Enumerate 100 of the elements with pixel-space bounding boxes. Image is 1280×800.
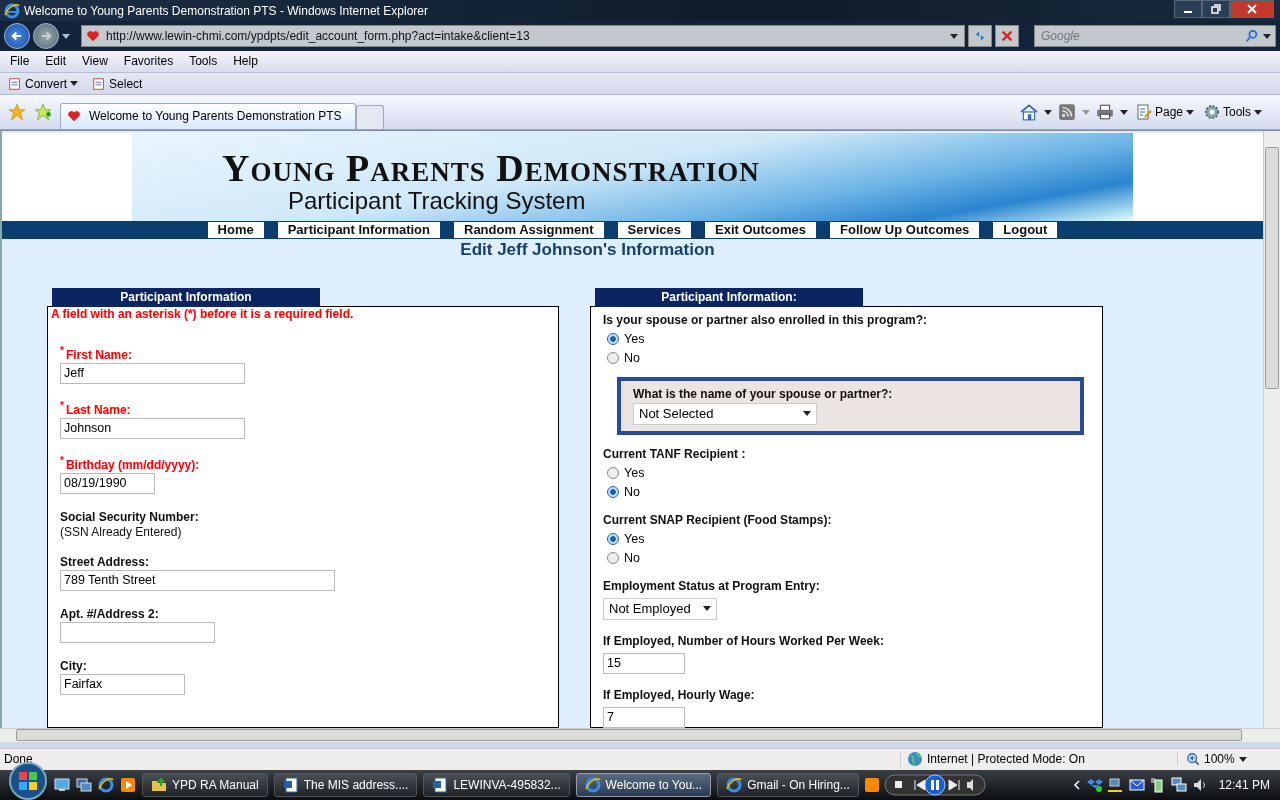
taskbar-button[interactable]: The MIS address....: [273, 773, 418, 797]
restore-button[interactable]: [1202, 0, 1230, 18]
menu-item[interactable]: Help: [233, 54, 258, 69]
media-player-icon[interactable]: [120, 777, 136, 793]
minimize-button[interactable]: [1174, 0, 1202, 18]
field-label: Employment Status at Program Entry:: [603, 578, 820, 593]
zoom-control[interactable]: 100%: [1177, 752, 1266, 767]
box-tray-icon[interactable]: [1086, 777, 1103, 793]
radio-label: Yes: [624, 531, 645, 546]
taskbar-button[interactable]: Welcome to You...: [575, 773, 712, 797]
caret-icon: [70, 81, 79, 87]
caret-icon[interactable]: [1119, 109, 1128, 115]
taskbar-button[interactable]: LEWINVA-495832...: [423, 773, 570, 797]
vertical-scrollbar[interactable]: [1263, 130, 1280, 728]
required-note: A field with an asterisk (*) before it is a required field.: [50, 306, 355, 321]
network-tray-icon[interactable]: [1107, 777, 1124, 793]
panel-title: Participant Information: [52, 287, 320, 307]
toolbar-menu-button[interactable]: Tools: [1202, 104, 1264, 120]
menu-item[interactable]: File: [10, 54, 30, 69]
nav-link[interactable]: Services: [617, 222, 692, 238]
dropdown[interactable]: Not Selected: [633, 402, 817, 425]
radio-button[interactable]: [607, 532, 619, 545]
caret-icon: [702, 606, 711, 612]
radio-label: Yes: [624, 331, 645, 346]
radio-button[interactable]: [607, 351, 619, 364]
home-icon[interactable]: [1019, 103, 1038, 121]
nav-link[interactable]: Participant Information: [277, 222, 440, 238]
power-tray-icon[interactable]: [1149, 777, 1166, 793]
text-field[interactable]: 789 Tenth Street: [60, 569, 335, 591]
print-icon[interactable]: [1095, 103, 1114, 121]
menu-item[interactable]: Edit: [45, 54, 67, 69]
zoom-icon: [1186, 752, 1200, 767]
start-button[interactable]: [8, 761, 48, 800]
nav-link[interactable]: Follow Up Outcomes: [830, 222, 980, 238]
browser-tab[interactable]: Welcome to Young Parents Demonstration PTS: [60, 102, 356, 129]
document-icon: [282, 777, 299, 793]
restore-icon: [1211, 4, 1221, 14]
windows-switch-icon[interactable]: [76, 777, 92, 793]
status-text: Done: [4, 752, 34, 767]
window-title: Welcome to Young Parents Demonstration PTS - Windows Internet Explorer: [24, 3, 429, 18]
command-button[interactable]: Convert: [6, 76, 81, 91]
menu-item[interactable]: Favorites: [123, 54, 174, 69]
volume-icon[interactable]: [1191, 777, 1208, 793]
feed-icon[interactable]: [1057, 103, 1076, 121]
text-field[interactable]: 08/19/1990: [60, 472, 155, 494]
text-field[interactable]: Johnson: [60, 417, 245, 439]
address-bar[interactable]: http://www.lewin-chmi.com/ypdpts/edit_account_form.php?act=intake&client=13: [81, 25, 965, 47]
field-label: $^{*}$ Last Name:: [60, 399, 131, 417]
text-field[interactable]: 15: [603, 652, 685, 674]
close-button[interactable]: [1230, 0, 1274, 18]
caret-icon: [1254, 109, 1262, 115]
caret-icon[interactable]: [62, 33, 70, 39]
favorites-star-icon[interactable]: [8, 103, 26, 121]
caret-icon[interactable]: [1043, 109, 1052, 115]
text-field[interactable]: Fairfax: [60, 673, 185, 695]
radio-button[interactable]: [607, 485, 619, 498]
browser-logo-icon: [4, 2, 20, 19]
radio-button[interactable]: [607, 466, 619, 479]
taskbar-button[interactable]: YPD RA Manual: [142, 773, 268, 797]
radio-button[interactable]: [607, 332, 619, 345]
taskbar-button[interactable]: Gmail - On Hiring...: [717, 773, 859, 797]
text-field[interactable]: Jeff: [60, 362, 245, 384]
panel-title: Participant Information:: [595, 287, 863, 307]
nav-link[interactable]: Random Assignment: [454, 222, 604, 238]
mail-tray-icon[interactable]: [1128, 777, 1145, 793]
field-label: Current SNAP Recipient (Food Stamps):: [603, 512, 832, 527]
nav-link[interactable]: Exit Outcomes: [705, 222, 817, 238]
nav-link[interactable]: Logout: [993, 222, 1058, 238]
add-favorite-icon[interactable]: [34, 103, 52, 121]
desktop-icon[interactable]: [54, 777, 70, 793]
menu-item[interactable]: View: [82, 54, 108, 69]
back-button[interactable]: [4, 23, 30, 49]
text-field[interactable]: [60, 621, 215, 643]
caret-icon[interactable]: [1263, 33, 1271, 39]
refresh-icon: [973, 29, 987, 43]
forward-button[interactable]: [33, 23, 59, 49]
toolbar-menu-button[interactable]: Page: [1133, 104, 1196, 120]
search-field[interactable]: Google: [1034, 25, 1276, 47]
radio-button[interactable]: [607, 551, 619, 564]
banner-subtitle: Participant Tracking System: [287, 186, 587, 215]
search-input[interactable]: Google: [1039, 28, 1241, 44]
menu-item[interactable]: Tools: [189, 54, 218, 69]
document-icon: [8, 76, 22, 91]
field-label: Street Address:: [60, 554, 149, 569]
field-label: City:: [60, 658, 87, 673]
radio-label: Yes: [624, 465, 645, 480]
browser-logo-icon[interactable]: [98, 777, 114, 793]
network-tray-icon[interactable]: [1170, 777, 1187, 793]
command-button[interactable]: Select: [90, 76, 145, 91]
field-label: $^{*}$ First Name:: [60, 344, 132, 362]
dropdown[interactable]: Not Employed: [603, 597, 717, 620]
caret-icon: [1186, 109, 1194, 115]
text-field[interactable]: 7: [603, 706, 685, 728]
back-arrow-icon: [10, 29, 24, 43]
nav-link[interactable]: Home: [207, 222, 264, 238]
field-label: Current TANF Recipient :: [603, 446, 746, 461]
close-icon: [1000, 29, 1014, 43]
stop-button[interactable]: [995, 25, 1019, 47]
clock[interactable]: 12:41 PM: [1218, 778, 1270, 792]
caret-icon: [1238, 756, 1247, 762]
